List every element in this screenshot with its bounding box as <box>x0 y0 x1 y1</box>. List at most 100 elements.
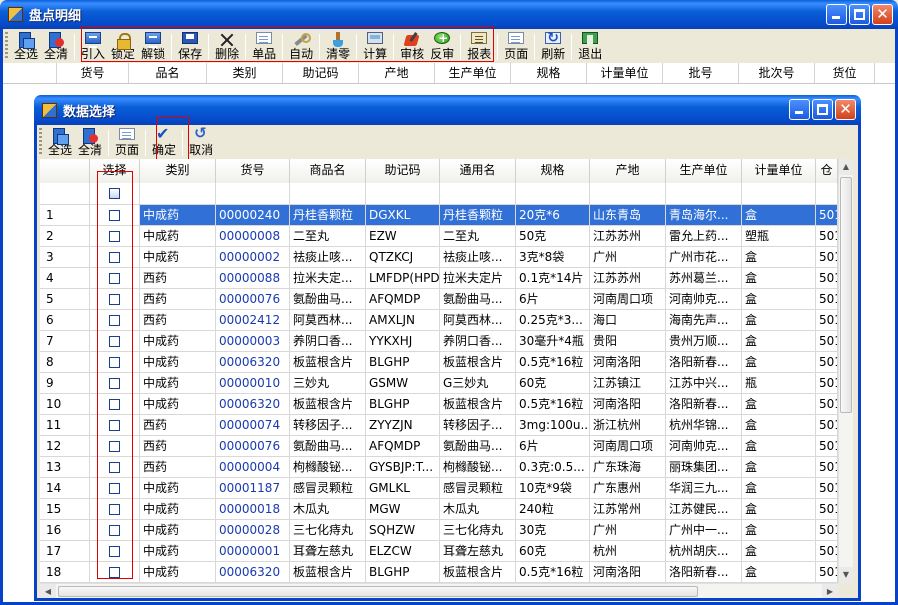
col-header-spec[interactable]: 规格 <box>516 159 590 183</box>
table-row[interactable]: 2中成药00000008二至丸EZW二至丸50克江苏苏州雷允上药...塑瓶501 <box>40 226 838 247</box>
filter-unit[interactable] <box>742 183 816 205</box>
row-select-checkbox[interactable] <box>90 436 140 457</box>
row-select-checkbox[interactable] <box>90 541 140 562</box>
col-header-unit[interactable]: 计量单位 <box>742 159 816 183</box>
row-select-checkbox[interactable] <box>90 457 140 478</box>
page-setup-button[interactable]: 页面 <box>501 30 531 62</box>
row-select-checkbox[interactable] <box>90 268 140 289</box>
import-button[interactable]: 引入 <box>78 30 108 62</box>
col-header-mnemonic[interactable]: 助记码 <box>366 159 440 183</box>
row-select-checkbox[interactable] <box>90 289 140 310</box>
dialog-select-all-button[interactable]: 全选 <box>45 126 75 158</box>
filter-spec[interactable] <box>516 183 590 205</box>
checkbox[interactable] <box>109 209 120 221</box>
checkbox[interactable] <box>109 503 120 515</box>
col-header-warehouse[interactable]: 仓 <box>816 159 838 183</box>
checkbox[interactable] <box>109 356 120 368</box>
cancel-button[interactable]: 取消 <box>186 124 216 158</box>
horizontal-scrollbar[interactable]: ◀ ▶ <box>40 583 838 598</box>
clear-all-button[interactable]: 全清 <box>41 30 71 62</box>
table-row[interactable]: 15 中成药 00000018 木瓜丸 MGW 木瓜丸 240粒 江苏常州 江苏健民... 盒 50… <box>40 499 838 520</box>
checkbox[interactable] <box>109 272 120 284</box>
maximize-button[interactable] <box>849 4 870 25</box>
dialog-minimize-button[interactable] <box>789 99 810 120</box>
table-row[interactable]: 9 中成药 00000010 三妙丸 GSMW G三妙丸 60克 江苏镇江 江苏中兴... 瓶 50… <box>40 373 838 394</box>
col-header-category[interactable]: 类别 <box>140 159 216 183</box>
col-header-code[interactable]: 货号 <box>57 63 129 83</box>
col-header-unit[interactable]: 计量单位 <box>587 63 663 83</box>
table-row[interactable]: 5 西药 00000076 氨酚曲马... AFQMDP 氨酚曲马... 6片 河南周口项 河南… <box>40 289 838 310</box>
row-select-checkbox[interactable] <box>90 226 140 247</box>
checkbox[interactable] <box>109 482 120 494</box>
checkbox[interactable] <box>109 398 120 410</box>
col-header-product-name[interactable]: 商品名 <box>290 159 366 183</box>
row-select-checkbox[interactable] <box>90 352 140 373</box>
checkbox[interactable] <box>109 251 120 263</box>
col-header-batch-no[interactable]: 批次号 <box>739 63 815 83</box>
row-select-checkbox[interactable] <box>90 205 140 226</box>
dialog-page-button[interactable]: 页面 <box>112 126 142 158</box>
table-row[interactable]: 10 中成药 00006320 板蓝根含片 BLGHP 板蓝根含片 0.5克*16粒 河南洛阳… <box>40 394 838 415</box>
col-header-spec[interactable]: 规格 <box>511 63 587 83</box>
toolbar-grip[interactable] <box>39 128 42 156</box>
calculate-button[interactable]: 计算 <box>360 30 390 62</box>
dialog-titlebar[interactable]: 数据选择 ✕ <box>34 95 861 125</box>
col-header-name[interactable]: 品名 <box>129 63 207 83</box>
table-row[interactable]: 14 中成药 00001187 感冒灵颗粒 GMLKL 感冒灵颗粒 10克*9袋 广东惠州 华润… <box>40 478 838 499</box>
delete-button[interactable]: 删除 <box>212 30 242 62</box>
col-header-location[interactable]: 货位 <box>815 63 875 83</box>
col-header-mnemonic[interactable]: 助记码 <box>283 63 359 83</box>
table-row[interactable]: 3 中成药 00000002 祛痰止咳... QTZKCJ 祛痰止咳... 3克*8袋 广州广… <box>40 247 838 268</box>
filter-origin[interactable] <box>590 183 666 205</box>
col-header-select[interactable]: 选择 <box>90 159 140 183</box>
col-header-origin[interactable]: 产地 <box>590 159 666 183</box>
horizontal-scroll-thumb[interactable] <box>58 586 698 597</box>
report-button[interactable]: 报表 <box>464 30 494 62</box>
select-all-button[interactable]: 全选 <box>11 30 41 62</box>
checkbox[interactable] <box>109 440 120 452</box>
minimize-button[interactable] <box>826 4 847 25</box>
checkbox[interactable] <box>109 230 120 242</box>
scroll-up-icon[interactable]: ▲ <box>839 159 853 175</box>
audit-button[interactable]: 审核 <box>397 30 427 62</box>
main-titlebar[interactable]: 盘点明细 ✕ <box>0 0 898 29</box>
dialog-clear-all-button[interactable]: 全清 <box>75 126 105 158</box>
row-select-checkbox[interactable] <box>90 394 140 415</box>
checkbox[interactable] <box>109 524 120 536</box>
col-header-origin[interactable]: 产地 <box>359 63 435 83</box>
exit-button[interactable]: 退出 <box>575 30 605 62</box>
checkbox[interactable] <box>109 566 120 578</box>
scroll-down-icon[interactable]: ▼ <box>839 567 853 583</box>
row-select-checkbox[interactable] <box>90 520 140 541</box>
dialog-maximize-button[interactable] <box>812 99 833 120</box>
refresh-button[interactable]: 刷新 <box>538 30 568 62</box>
filter-product-name[interactable] <box>290 183 366 205</box>
row-select-checkbox[interactable] <box>90 478 140 499</box>
auto-button[interactable]: 自动 <box>286 30 316 62</box>
table-row[interactable]: 7 中成药 00000003 养阴口香... YYKXHJ 养阴口香... 30毫升*4瓶贵… <box>40 331 838 352</box>
filter-code[interactable] <box>216 183 290 205</box>
col-header-maker[interactable]: 生产单位 <box>666 159 742 183</box>
filter-mnemonic[interactable] <box>366 183 440 205</box>
filter-category[interactable] <box>140 183 216 205</box>
table-row[interactable]: 6 西药 00002412 阿莫西林... AMXLJN 阿莫西林... 0.25克*3..… <box>40 310 838 331</box>
row-select-checkbox[interactable] <box>90 247 140 268</box>
table-row[interactable]: 18 中成药 00006320 板蓝根含片 BLGHP 板蓝根含片 0.5克*16粒 河南洛阳… <box>40 562 838 583</box>
row-select-checkbox[interactable] <box>90 310 140 331</box>
checkbox[interactable] <box>109 377 120 389</box>
table-row[interactable]: 1 中成药 00000240 丹桂香颗粒 DGXKL 丹桂香颗粒 20克*6 山东青岛 青岛海尔… <box>40 205 838 226</box>
checkbox[interactable] <box>109 419 120 431</box>
header-select-all-checkbox[interactable] <box>90 183 140 205</box>
col-header-code[interactable]: 货号 <box>216 159 290 183</box>
row-select-checkbox[interactable] <box>90 331 140 352</box>
filter-warehouse[interactable] <box>816 183 838 205</box>
table-row[interactable]: 4 西药 00000088 拉米夫定... LMFDP(HPD) 拉米夫定片 0.1克*14… <box>40 268 838 289</box>
table-row[interactable]: 17 中成药 00000001 耳聋左慈丸 ELZCW 耳聋左慈丸 60克 杭州 杭州胡庆...… <box>40 541 838 562</box>
scroll-right-icon[interactable]: ▶ <box>822 584 838 598</box>
col-header-category[interactable]: 类别 <box>207 63 283 83</box>
table-row[interactable]: 12 西药 00000076 氨酚曲马... AFQMDP 氨酚曲马... 6片 河南周口项河… <box>40 436 838 457</box>
reset-zero-button[interactable]: 清零 <box>323 30 353 62</box>
row-select-checkbox[interactable] <box>90 415 140 436</box>
unaudit-button[interactable]: 反审 <box>427 30 457 62</box>
filter-generic-name[interactable] <box>440 183 516 205</box>
